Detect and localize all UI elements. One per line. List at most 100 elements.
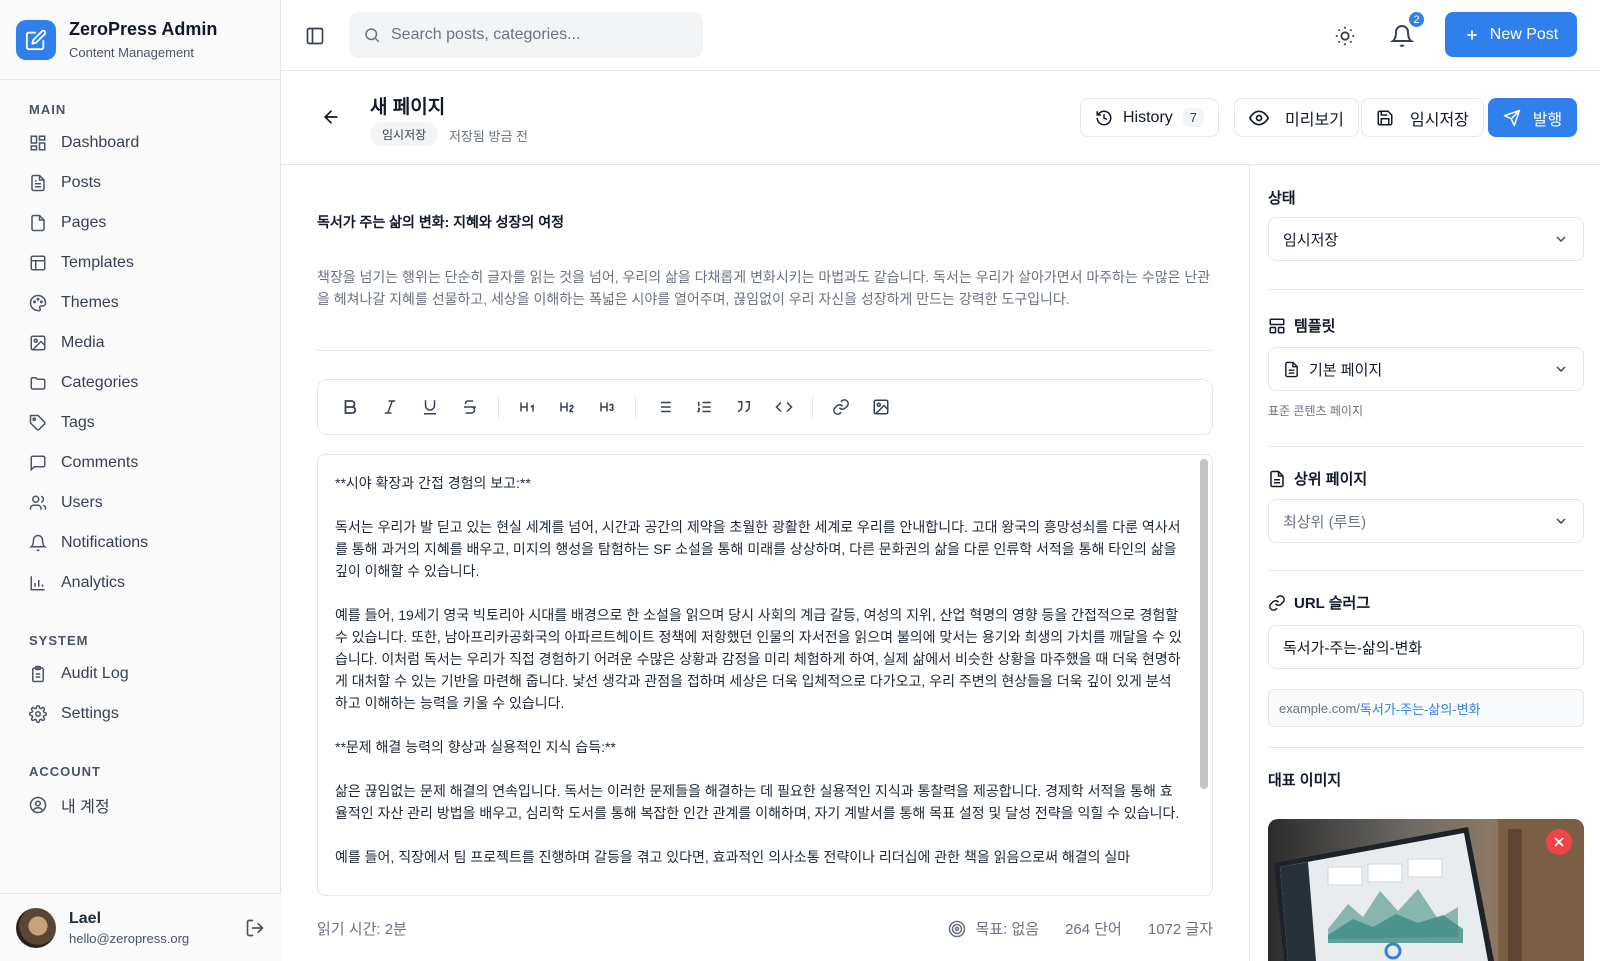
sidebar-item-label: Categories: [61, 374, 139, 391]
status-value: 임시저장: [1283, 231, 1339, 249]
page-header: 새 페이지 임시저장 저장됨 방금 전 History 7 미리보기 임시저장 …: [281, 71, 1600, 165]
document-title-input[interactable]: 독서가 주는 삶의 변화: 지혜와 성장의 여정: [317, 212, 564, 232]
char-count: 1072 글자: [1147, 921, 1213, 938]
formatting-toolbar: [317, 379, 1213, 435]
toolbar-separator: [498, 396, 499, 418]
users-icon: [29, 495, 47, 510]
parent-label: 상위 페이지: [1294, 471, 1368, 488]
link-icon: [1269, 594, 1285, 611]
content-paragraph: **문제 해결 능력의 향상과 실용적인 지식 습득:**: [335, 739, 616, 755]
tag-icon: [29, 414, 46, 431]
section-label-main: MAIN: [29, 102, 67, 117]
send-icon: [1503, 109, 1521, 126]
editor: 독서가 주는 삶의 변화: 지혜와 성장의 여정 책장을 넘기는 행위는 단순히…: [281, 165, 1249, 961]
sidebar-item-templates[interactable]: Templates: [20, 243, 260, 283]
sidebar-item-users[interactable]: Users: [20, 483, 260, 523]
layout-icon: [30, 255, 46, 271]
heading1-button[interactable]: [507, 387, 547, 427]
template-select[interactable]: 기본 페이지: [1268, 347, 1584, 391]
sidebar-item-pages[interactable]: Pages: [20, 203, 260, 243]
sidebar-item-categories[interactable]: Categories: [20, 363, 260, 403]
bullet-list-button[interactable]: [644, 387, 684, 427]
sidebar-item-settings[interactable]: Settings: [20, 694, 260, 734]
quote-button[interactable]: [724, 387, 764, 427]
italic-button[interactable]: [370, 387, 410, 427]
toolbar-separator: [812, 396, 813, 418]
page-title: 새 페이지: [370, 97, 446, 118]
sidebar-item-label: Pages: [61, 214, 107, 231]
chevron-down-icon: [1556, 236, 1566, 242]
history-button[interactable]: History 7: [1080, 98, 1220, 137]
dashboard-icon: [30, 135, 46, 151]
content-textarea[interactable]: **시야 확장과 간접 경험의 보고:** 독서는 우리가 발 딛고 있는 현실…: [317, 454, 1213, 896]
remove-image-button[interactable]: [1546, 829, 1572, 855]
reading-time: 읽기 시간: 2분: [317, 921, 407, 938]
user-email: hello@zeropress.org: [69, 930, 190, 946]
divider: [1268, 570, 1584, 571]
slug-heading: URL 슬러그: [1268, 592, 1370, 613]
sidebar-item-audit-log[interactable]: Audit Log: [20, 654, 260, 694]
notification-badge: 2: [1407, 10, 1426, 29]
sidebar-item-label: Notifications: [61, 534, 149, 551]
template-label: 템플릿: [1294, 318, 1336, 335]
search-icon: [365, 28, 380, 43]
sidebar-item-dashboard[interactable]: Dashboard: [20, 123, 260, 163]
user-profile: Lael hello@zeropress.org: [0, 893, 281, 961]
strikethrough-icon: [464, 400, 476, 414]
edit-logo-icon: [16, 19, 56, 60]
save-draft-button[interactable]: 임시저장: [1361, 98, 1484, 137]
sidebar-toggle-icon[interactable]: [305, 26, 325, 46]
chevron-down-icon: [1556, 366, 1566, 372]
status-select[interactable]: 임시저장: [1268, 217, 1584, 261]
sidebar-item-media[interactable]: Media: [20, 323, 260, 363]
image-button[interactable]: [861, 387, 901, 427]
sidebar-item-notifications[interactable]: Notifications: [20, 523, 260, 563]
underline-icon: [424, 400, 436, 415]
file-icon: [1285, 361, 1298, 377]
strikethrough-button[interactable]: [450, 387, 490, 427]
sun-icon[interactable]: [1334, 25, 1356, 47]
code-button[interactable]: [764, 387, 804, 427]
avatar[interactable]: [16, 907, 56, 948]
bar-chart-icon: [30, 576, 45, 591]
sidebar-item-label: Themes: [61, 294, 119, 311]
featured-image[interactable]: [1268, 819, 1584, 961]
parent-heading: 상위 페이지: [1268, 468, 1367, 489]
new-post-button[interactable]: New Post: [1445, 12, 1577, 57]
brand-subtitle: Content Management: [69, 45, 195, 60]
gear-icon: [29, 705, 47, 723]
saved-status: 저장됨 방금 전: [449, 129, 528, 144]
underline-button[interactable]: [410, 387, 450, 427]
url-prefix: example.com/: [1279, 700, 1360, 716]
link-button[interactable]: [821, 387, 861, 427]
slug-input[interactable]: 독서가-주는-삶의-변화: [1268, 625, 1584, 669]
url-preview: example.com/독서가-주는-삶의-변화: [1268, 689, 1584, 727]
search-input[interactable]: [391, 26, 691, 44]
file-icon: [31, 214, 45, 232]
publish-button[interactable]: 발행: [1488, 98, 1577, 137]
preview-button[interactable]: 미리보기: [1234, 98, 1359, 137]
sidebar-item-analytics[interactable]: Analytics: [20, 563, 260, 603]
back-arrow-icon[interactable]: [321, 107, 341, 127]
target-icon: [948, 920, 965, 937]
sidebar-item-comments[interactable]: Comments: [20, 443, 260, 483]
sidebar-item-posts[interactable]: Posts: [20, 163, 260, 203]
excerpt-input[interactable]: 책장을 넘기는 행위는 단순히 글자를 읽는 것을 넘어, 우리의 삶을 다채롭…: [317, 266, 1213, 310]
bold-button[interactable]: [330, 387, 370, 427]
word-goal[interactable]: 목표: 없음: [948, 918, 1039, 939]
sidebar: ZeroPress Admin Content Management MAIN …: [0, 0, 281, 961]
parent-select[interactable]: 최상위 (루트): [1268, 499, 1584, 543]
sidebar-item-tags[interactable]: Tags: [20, 403, 260, 443]
notification-bell-icon[interactable]: [1390, 24, 1414, 48]
sidebar-item-label: Users: [61, 494, 103, 511]
sidebar-item-themes[interactable]: Themes: [20, 283, 260, 323]
scrollbar-thumb[interactable]: [1200, 459, 1208, 789]
heading3-button[interactable]: [587, 387, 627, 427]
heading2-button[interactable]: [547, 387, 587, 427]
sidebar-item-my-account[interactable]: 내 계정: [20, 785, 260, 825]
logout-icon[interactable]: [245, 918, 265, 938]
numbered-list-button[interactable]: [684, 387, 724, 427]
sidebar-item-label: Comments: [61, 454, 139, 471]
parent-value: 최상위 (루트): [1283, 513, 1367, 531]
heading-2-icon: [560, 402, 574, 413]
